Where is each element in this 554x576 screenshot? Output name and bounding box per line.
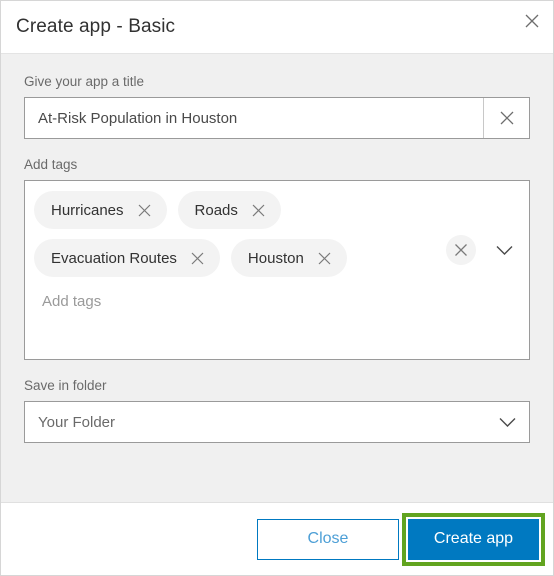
tag-row: Evacuation Routes Houston	[34, 239, 430, 277]
chevron-down-icon[interactable]	[489, 235, 519, 265]
tag-chip[interactable]: Houston	[230, 239, 347, 277]
dialog-header: Create app - Basic	[1, 1, 553, 54]
tag-chip-label: Hurricanes	[51, 201, 124, 219]
create-app-button-highlight: Create app	[402, 512, 545, 566]
remove-tag-icon[interactable]	[136, 201, 154, 219]
folder-field-label: Save in folder	[24, 378, 107, 393]
tags-field[interactable]: Hurricanes Roads Evacuation Routes Houst…	[24, 180, 530, 360]
add-tags-input[interactable]	[34, 287, 310, 310]
dialog-title: Create app - Basic	[16, 16, 176, 37]
chevron-down-icon	[497, 412, 517, 432]
tag-chip[interactable]: Hurricanes	[34, 191, 167, 229]
tag-row: Hurricanes Roads	[34, 191, 430, 229]
close-icon[interactable]	[521, 10, 543, 32]
clear-title-icon[interactable]	[483, 98, 529, 138]
tags-field-label: Add tags	[24, 157, 78, 172]
tag-chip[interactable]: Roads	[177, 191, 281, 229]
tag-chip-label: Roads	[194, 201, 238, 219]
create-app-dialog: Create app - Basic Give your app a title…	[0, 0, 554, 576]
remove-tag-icon[interactable]	[189, 249, 207, 267]
save-in-folder-select[interactable]: Your Folder	[24, 401, 530, 443]
dialog-body: Give your app a title Add tags Hurricane…	[1, 54, 553, 503]
tag-chip-label: Houston	[247, 249, 304, 267]
dialog-footer: Close Create app	[1, 503, 553, 575]
app-title-input[interactable]	[25, 98, 483, 138]
remove-tag-icon[interactable]	[316, 249, 334, 267]
create-app-button[interactable]: Create app	[408, 518, 539, 560]
tag-chip[interactable]: Evacuation Routes	[34, 239, 220, 277]
remove-tag-icon[interactable]	[250, 201, 268, 219]
title-field-label: Give your app a title	[24, 74, 145, 89]
title-field	[24, 97, 530, 139]
tag-chip-label: Evacuation Routes	[51, 249, 177, 267]
tags-actions	[446, 235, 519, 265]
close-button[interactable]: Close	[257, 518, 399, 560]
folder-select-value: Your Folder	[38, 413, 115, 431]
clear-all-tags-icon[interactable]	[446, 235, 476, 265]
